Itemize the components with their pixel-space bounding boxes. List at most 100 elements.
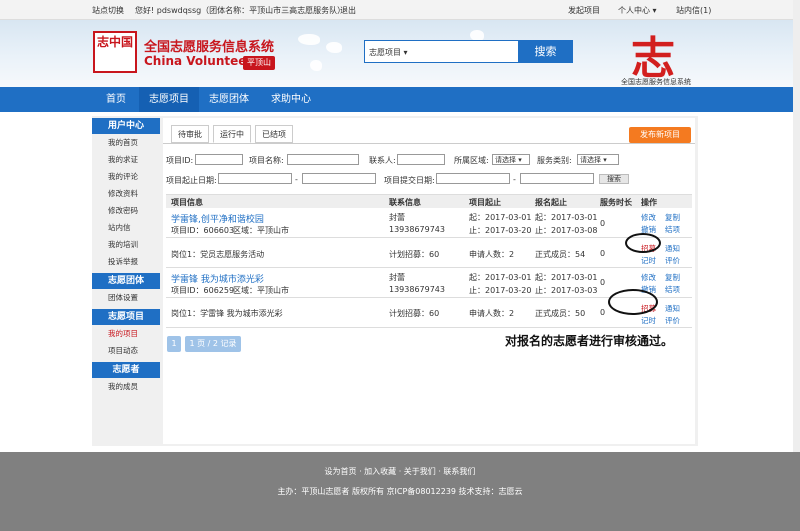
tab-running[interactable]: 运行中 xyxy=(213,125,251,143)
position-name: 岗位1：学雷锋 我为城市添光彩 xyxy=(171,309,283,318)
submit-date-label: 项目提交日期: xyxy=(384,176,435,185)
sidebar-item-edit-profile[interactable]: 修改资料 xyxy=(92,185,160,202)
copy-link[interactable]: 复制 xyxy=(665,272,680,283)
sidebar-item-complaints[interactable]: 投诉举报 xyxy=(92,253,160,270)
evaluate-link[interactable]: 评价 xyxy=(665,255,680,266)
sidebar-item-my-comments[interactable]: 我的评论 xyxy=(92,168,160,185)
project-id: 项目ID：606259 xyxy=(171,286,235,295)
sidebar-item-my-members[interactable]: 我的成员 xyxy=(92,378,160,395)
footer: 设为首页 · 加入收藏 · 关于我们 · 联系我们 主办：平顶山志愿者 版权所有… xyxy=(0,452,800,531)
project-name-link[interactable]: 学雷锋 我为城市添光彩 xyxy=(171,272,264,285)
applicant-count: 申请人数：2 xyxy=(469,250,515,259)
filter-search-button[interactable]: 搜索 xyxy=(599,174,629,184)
start-date-to-input[interactable] xyxy=(302,173,376,184)
mailbox-link[interactable]: 站内信(1) xyxy=(676,5,711,16)
brand-caption: 全国志愿服务信息系统 xyxy=(621,78,691,86)
sidebar-item-change-password[interactable]: 修改密码 xyxy=(92,202,160,219)
nav-volunteer-groups[interactable]: 志愿团体 xyxy=(199,87,259,112)
nav-help-center[interactable]: 求助中心 xyxy=(259,87,323,112)
tab-pending[interactable]: 待审批 xyxy=(171,125,209,143)
start-date-from-input[interactable] xyxy=(218,173,292,184)
contact-phone: 13938679743 xyxy=(389,285,445,294)
dove-decoration xyxy=(298,34,320,45)
service-type-select[interactable]: 请选择 ▾ xyxy=(577,154,619,165)
project-region: 区域：平顶山市 xyxy=(233,286,289,295)
city-badge: 平顶山 xyxy=(243,56,275,70)
member-count: 正式成员：54 xyxy=(535,250,586,259)
column-header: 项目起止 xyxy=(469,198,501,207)
personal-center-menu[interactable]: 个人中心 ▾ xyxy=(618,5,657,16)
nav-volunteer-projects[interactable]: 志愿项目 xyxy=(139,87,199,112)
footer-copyright: 主办：平顶山志愿者 版权所有 京ICP备08012239 技术支持：志愿云 xyxy=(277,487,523,496)
annotation-circle xyxy=(625,233,661,253)
scrollbar-track[interactable] xyxy=(793,0,800,452)
greeting-text: 您好! pdswdqssg（团体名称：平顶山市三高志愿服务队） xyxy=(135,6,346,15)
time-record-link[interactable]: 记时 xyxy=(641,255,656,266)
project-name-input[interactable] xyxy=(287,154,359,165)
contact-input[interactable] xyxy=(397,154,445,165)
sidebar-section-user-center: 用户中心 xyxy=(92,118,160,134)
project-name-link[interactable]: 学雷锋,创平净和谐校园 xyxy=(171,212,264,225)
site-switch-link[interactable]: 站点切换 xyxy=(92,5,124,16)
tab-closed[interactable]: 已结项 xyxy=(255,125,293,143)
sidebar-item-my-verify[interactable]: 我的求证 xyxy=(92,151,160,168)
service-hours: 0 xyxy=(600,219,606,228)
annotation-text: 对报名的志愿者进行审核通过。 xyxy=(505,334,674,348)
copy-link[interactable]: 复制 xyxy=(665,212,680,223)
member-count: 正式成员：50 xyxy=(535,309,586,318)
position-name: 岗位1：党员志愿服务活动 xyxy=(171,250,265,259)
region-select[interactable]: 请选择 ▾ xyxy=(492,154,530,165)
enroll-start: 起：2017-03-01 xyxy=(535,213,598,222)
dove-decoration xyxy=(310,60,322,71)
sidebar-item-messages[interactable]: 站内信 xyxy=(92,219,160,236)
applicant-count: 申请人数：2 xyxy=(469,309,515,318)
close-project-link[interactable]: 结项 xyxy=(665,284,680,295)
project-end: 止：2017-03-20 xyxy=(469,286,532,295)
column-header: 项目信息 xyxy=(171,198,203,207)
sidebar-section-groups: 志愿团体 xyxy=(92,273,160,289)
region-label: 所属区域: xyxy=(454,156,489,165)
site-logo[interactable]: 志中国 xyxy=(93,31,137,73)
pager-page-button[interactable]: 1 xyxy=(167,336,181,352)
publish-project-button[interactable]: 发布新项目 xyxy=(629,127,691,143)
sidebar-item-group-settings[interactable]: 团体设置 xyxy=(92,289,160,306)
time-record-link[interactable]: 记时 xyxy=(641,315,656,326)
footer-links[interactable]: 设为首页 · 加入收藏 · 关于我们 · 联系我们 xyxy=(0,466,800,477)
pager-info: 1 页 / 2 记录 xyxy=(185,336,241,352)
main-panel: 待审批 运行中 已结项 发布新项目 项目ID: 项目名称: 联系人: 所属区域:… xyxy=(163,118,695,444)
contact-phone: 13938679743 xyxy=(389,225,445,234)
sidebar-item-my-training[interactable]: 我的培训 xyxy=(92,236,160,253)
search-button[interactable]: 搜索 xyxy=(518,40,573,63)
sidebar-item-my-home[interactable]: 我的首页 xyxy=(92,134,160,151)
chevron-down-icon: ▾ xyxy=(652,6,657,15)
position-hours: 0 xyxy=(600,308,606,317)
search-category-select[interactable]: 志愿项目 ▾ xyxy=(369,47,408,58)
project-start: 起：2017-03-01 xyxy=(469,273,532,282)
logout-link[interactable]: 退出 xyxy=(340,5,356,16)
edit-link[interactable]: 修改 xyxy=(641,212,656,223)
notify-link[interactable]: 通知 xyxy=(665,303,680,314)
contact-label: 联系人: xyxy=(369,156,396,165)
submit-date-from-input[interactable] xyxy=(436,173,510,184)
sidebar-item-my-projects[interactable]: 我的项目 xyxy=(92,325,160,342)
sidebar-item-project-news[interactable]: 项目动态 xyxy=(92,342,160,359)
post-project-link[interactable]: 发起项目 xyxy=(568,5,600,16)
sidebar-section-projects: 志愿项目 xyxy=(92,309,160,325)
project-id-input[interactable] xyxy=(195,154,243,165)
enroll-end: 止：2017-03-03 xyxy=(535,286,598,295)
column-header: 报名起止 xyxy=(535,198,567,207)
column-header: 服务时长 xyxy=(600,198,632,207)
submit-date-to-input[interactable] xyxy=(520,173,594,184)
sidebar-section-volunteers: 志愿者 xyxy=(92,362,160,378)
nav-home[interactable]: 首页 xyxy=(93,87,139,112)
evaluate-link[interactable]: 评价 xyxy=(665,315,680,326)
edit-link[interactable]: 修改 xyxy=(641,272,656,283)
table-header: 项目信息 联系信息 项目起止 报名起止 服务时长 操作 xyxy=(166,194,692,208)
notify-link[interactable]: 通知 xyxy=(665,243,680,254)
tab-divider xyxy=(163,143,695,144)
date-dash: - xyxy=(513,175,516,184)
dove-decoration xyxy=(326,42,342,53)
service-type-select-value: 请选择 xyxy=(580,156,601,164)
project-id-label: 项目ID: xyxy=(166,156,194,165)
close-project-link[interactable]: 结项 xyxy=(665,224,680,235)
